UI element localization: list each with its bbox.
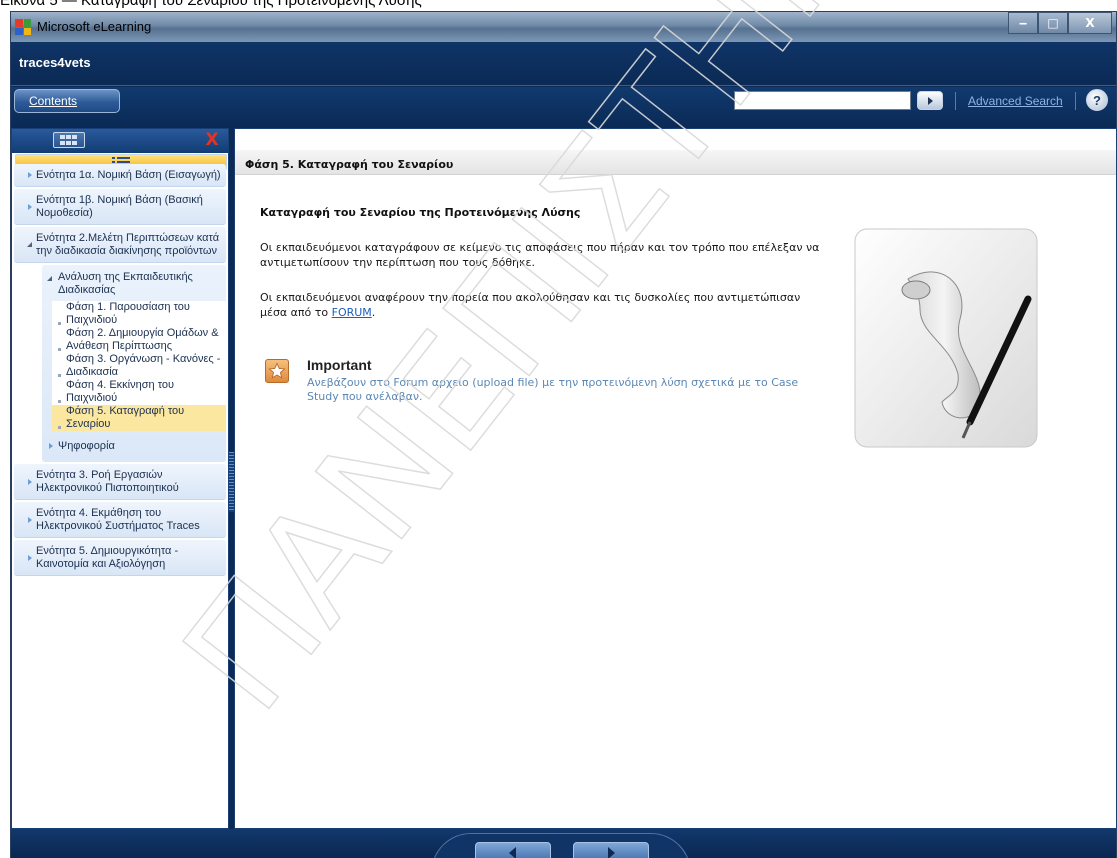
brand-bar: traces4vets xyxy=(11,42,1116,86)
important-text: Ανεβάζουν στο Forum αρχείο (upload file)… xyxy=(307,376,799,403)
search-input[interactable] xyxy=(734,91,911,110)
title-bar[interactable]: Microsoft eLearning ‒ □ X xyxy=(11,12,1116,42)
toc-item-expanded[interactable]: Ενότητα 2.Μελέτη Περιπτώσεων κατά την δι… xyxy=(14,227,226,263)
toolbar-separator xyxy=(1075,92,1076,110)
toc-subitem-label: Ψηφοφορία xyxy=(58,440,115,452)
bottom-nav-bar xyxy=(11,829,1116,858)
forum-link[interactable]: FORUM xyxy=(332,306,372,319)
toc-item[interactable]: Ενότητα 5. Δημιουργικότητα - Καινοτομία … xyxy=(14,540,226,576)
screenshot-stage: Εικόνα 5 — Καταγραφή του Σεναρίου της Πρ… xyxy=(0,0,1117,858)
toc-subitem-expanded[interactable]: Ανάλυση της Εκπαιδευτικής Διαδικασίας xyxy=(42,268,226,301)
help-button[interactable]: ? xyxy=(1086,89,1108,111)
previous-page-button[interactable] xyxy=(475,842,551,858)
sidebar-header: X xyxy=(12,129,228,170)
toc-leaf-list: Φάση 1. Παρουσίαση του Παιχνιδιού Φάση 2… xyxy=(52,301,226,431)
expand-arrow-icon xyxy=(28,172,32,178)
toc-leaf[interactable]: Φάση 4. Εκκίνηση του Παιχνιδιού xyxy=(52,379,226,405)
toc-item[interactable]: Ενότητα 1β. Νομική Βάση (Βασική Νομοθεσί… xyxy=(14,189,226,225)
collapse-arrow-icon xyxy=(27,241,32,247)
body-paragraph-forum: Οι εκπαιδευόμενοι αναφέρουν την πορεία π… xyxy=(260,290,830,320)
expand-arrow-icon xyxy=(28,478,32,485)
toolbar-separator xyxy=(955,92,956,110)
expand-arrow-icon xyxy=(28,554,32,561)
section-title: Καταγραφή του Σεναρίου της Προτεινόμενης… xyxy=(260,206,581,219)
toolbar: Contents Advanced Search ? xyxy=(11,87,1116,127)
left-arrow-icon xyxy=(509,847,516,858)
maximize-button[interactable]: □ xyxy=(1038,12,1068,34)
minimize-button[interactable]: ‒ xyxy=(1008,12,1038,34)
window-controls: ‒ □ X xyxy=(1008,12,1112,34)
app-logo-icon xyxy=(15,19,31,35)
close-window-button[interactable]: X xyxy=(1068,12,1112,34)
important-title: Important xyxy=(307,357,372,373)
play-arrow-icon xyxy=(928,96,933,105)
elearning-window: Microsoft eLearning ‒ □ X traces4vets Co… xyxy=(10,11,1117,858)
toc-leaf[interactable]: Φάση 3. Οργάνωση - Κανόνες - Διαδικασία xyxy=(52,353,226,379)
sidebar-close-button[interactable]: X xyxy=(200,130,224,150)
toc-item[interactable]: Ενότητα 1α. Νομική Βάση (Εισαγωγή) xyxy=(14,164,226,187)
collapse-arrow-icon xyxy=(47,276,52,281)
expand-arrow-icon xyxy=(28,203,32,210)
star-icon xyxy=(265,359,289,383)
nav-arc xyxy=(431,833,691,858)
contents-button-label: Contents xyxy=(29,94,78,108)
toc-subgroup: Ανάλυση της Εκπαιδευτικής Διαδικασίας Φά… xyxy=(42,265,226,462)
toc-sidebar: X Ενότητα 1α. Νομική Βάση (Εισαγωγή) Ενό… xyxy=(11,128,229,829)
search-go-button[interactable] xyxy=(917,91,943,110)
expand-arrow-icon xyxy=(49,443,53,449)
course-name: traces4vets xyxy=(19,55,91,70)
body-paragraph: Οι εκπαιδευόμενοι καταγράφουν σε κείμενο… xyxy=(260,241,820,269)
toc-subitem-label: Ανάλυση της Εκπαιδευτικής Διαδικασίας xyxy=(58,271,193,296)
toc-item-label: Ενότητα 2.Μελέτη Περιπτώσεων κατά την δι… xyxy=(36,232,220,257)
next-page-button[interactable] xyxy=(573,842,649,858)
toc-item[interactable]: Ενότητα 3. Ροή Εργασιών Ηλεκτρονικού Πισ… xyxy=(14,464,226,500)
contents-button[interactable]: Contents xyxy=(14,89,120,113)
expand-arrow-icon xyxy=(28,516,32,523)
toc-item-label: Ενότητα 1α. Νομική Βάση (Εισαγωγή) xyxy=(36,169,221,181)
grid-view-button[interactable] xyxy=(53,132,85,148)
window-title: Microsoft eLearning xyxy=(37,19,152,34)
toc-item-label: Ενότητα 4. Εκμάθηση του Ηλεκτρονικού Συσ… xyxy=(36,507,200,532)
toc-leaf[interactable]: Φάση 2. Δημιουργία Ομάδων & Ανάθεση Περί… xyxy=(52,327,226,353)
advanced-search-link[interactable]: Advanced Search xyxy=(968,94,1063,108)
toc-item-label: Ενότητα 3. Ροή Εργασιών Ηλεκτρονικού Πισ… xyxy=(36,469,179,494)
toc-tree: Ενότητα 1α. Νομική Βάση (Εισαγωγή) Ενότη… xyxy=(14,154,226,578)
scroll-and-pen-icon xyxy=(854,228,1038,448)
document-caption: Εικόνα 5 — Καταγραφή του Σεναρίου της Πρ… xyxy=(0,0,422,9)
grid-icon xyxy=(60,135,77,145)
right-arrow-icon xyxy=(608,847,615,858)
toc-item-label: Ενότητα 1β. Νομική Βάση (Βασική Νομοθεσί… xyxy=(36,194,203,219)
toc-leaf[interactable]: Φάση 1. Παρουσίαση του Παιχνιδιού xyxy=(52,301,226,327)
toc-item[interactable]: Ενότητα 4. Εκμάθηση του Ηλεκτρονικού Συσ… xyxy=(14,502,226,538)
toc-item-label: Ενότητα 5. Δημιουργικότητα - Καινοτομία … xyxy=(36,545,179,570)
star-glyph xyxy=(268,362,286,379)
paragraph-end: . xyxy=(371,306,376,319)
toc-leaf-active[interactable]: Φάση 5. Καταγραφή του Σεναρίου xyxy=(52,405,226,431)
toc-subitem[interactable]: Ψηφοφορία xyxy=(42,437,226,457)
content-pane: Φάση 5. Καταγραφή του Σεναρίου Καταγραφή… xyxy=(234,128,1117,829)
page-title: Φάση 5. Καταγραφή του Σεναρίου xyxy=(235,150,1116,175)
